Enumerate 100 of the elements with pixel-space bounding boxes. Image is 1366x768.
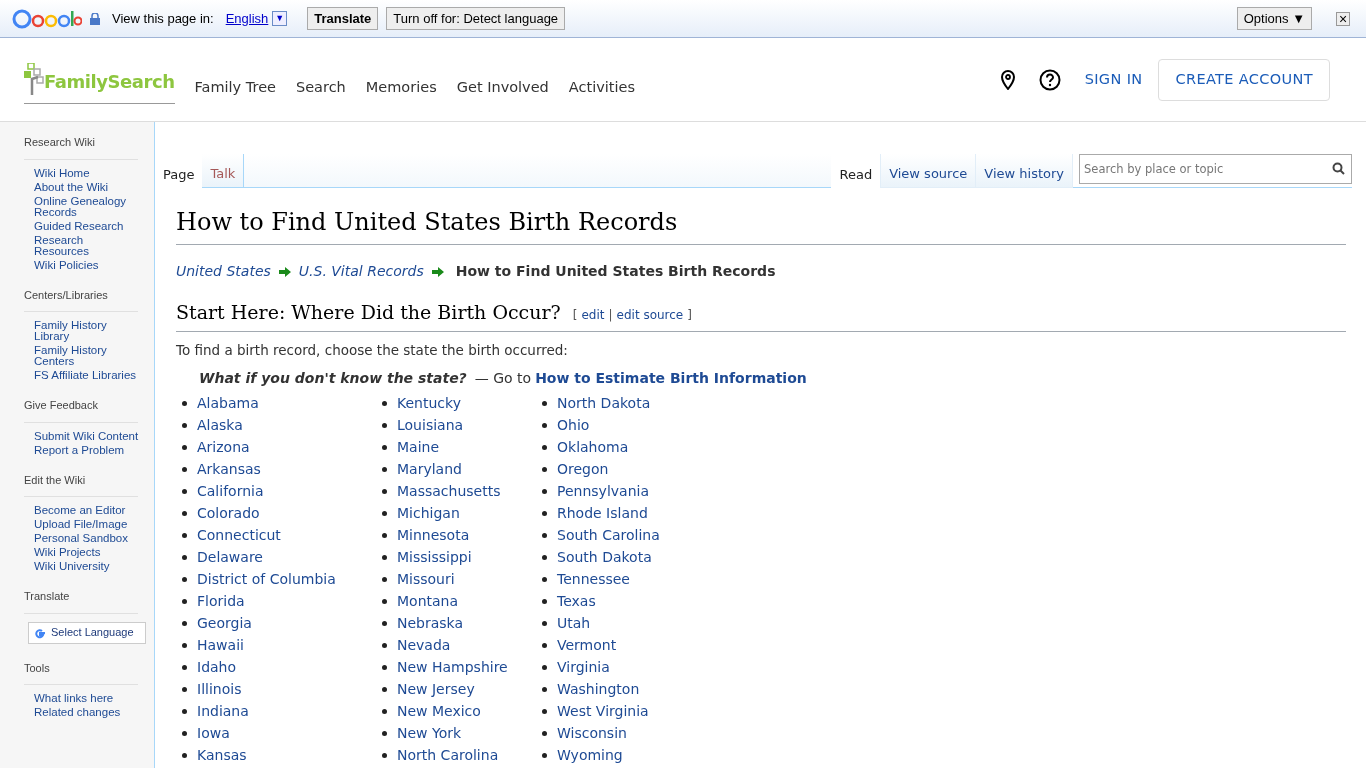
bullet-icon [182, 753, 187, 759]
search-icon[interactable] [1332, 162, 1345, 175]
state-link[interactable]: New York [397, 723, 462, 745]
estimate-link[interactable]: How to Estimate Birth Information [535, 367, 807, 389]
state-link[interactable]: Georgia [197, 613, 252, 635]
state-link[interactable]: Oregon [557, 459, 609, 481]
state-link[interactable]: Utah [557, 613, 591, 635]
sidebar-link[interactable]: Submit Wiki Content [34, 430, 139, 442]
state-link[interactable]: Illinois [197, 679, 242, 701]
state-link[interactable]: Kansas [197, 745, 247, 767]
sidebar-link[interactable]: Personal Sandbox [34, 533, 139, 544]
state-link[interactable]: New Mexico [397, 701, 481, 723]
state-link[interactable]: Idaho [197, 657, 237, 679]
state-link[interactable]: Washington [557, 679, 640, 701]
sidebar-link[interactable]: Wiki Home [34, 167, 139, 179]
create-account-button[interactable]: CREATE ACCOUNT [1158, 58, 1330, 101]
state-link[interactable]: Colorado [197, 503, 260, 525]
sidebar-link[interactable]: Upload File/Image [34, 519, 139, 530]
state-link[interactable]: Wisconsin [557, 723, 627, 745]
sidebar-link[interactable]: Family History Library [34, 320, 139, 342]
state-link[interactable]: Louisiana [397, 415, 464, 437]
state-link[interactable]: Pennsylvania [557, 481, 649, 503]
state-link[interactable]: Wyoming [557, 745, 623, 767]
sidebar-link[interactable]: What links here [34, 693, 139, 704]
state-link[interactable]: Arkansas [197, 459, 261, 481]
state-link[interactable]: Ohio [557, 415, 590, 437]
lock-icon [90, 12, 100, 25]
nav-link[interactable]: Memories [365, 76, 437, 99]
select-language-widget[interactable]: Select Language [28, 621, 146, 644]
state-link[interactable]: Mississippi [397, 547, 472, 569]
state-link[interactable]: South Dakota [557, 547, 652, 569]
nav-link[interactable]: Family Tree [194, 76, 276, 99]
sidebar-link[interactable]: Wiki University [34, 561, 139, 572]
state-link[interactable]: Nevada [397, 635, 451, 657]
bracket: ] [687, 307, 692, 324]
state-link[interactable]: Maine [397, 437, 440, 459]
close-button[interactable]: × [1336, 11, 1350, 26]
breadcrumb-link[interactable]: United States [176, 261, 271, 282]
edit-source-link[interactable]: edit source [616, 306, 684, 324]
help-icon[interactable] [1038, 68, 1061, 91]
state-link[interactable]: West Virginia [557, 701, 649, 723]
nav-link[interactable]: Search [296, 76, 346, 99]
state-link[interactable]: Missouri [397, 569, 455, 591]
sidebar-link[interactable]: Online Genealogy Records [34, 195, 139, 218]
language-link[interactable]: English [225, 8, 269, 29]
bullet-icon [182, 709, 187, 715]
sidebar-link[interactable]: Wiki Policies [34, 259, 139, 271]
state-link[interactable]: Nebraska [397, 613, 464, 635]
nav-link[interactable]: Activities [568, 76, 635, 99]
state-link[interactable]: Kentucky [397, 393, 461, 415]
state-link[interactable]: Minnesota [397, 525, 470, 547]
language-dropdown[interactable]: ▼ [272, 10, 288, 27]
state-link[interactable]: Montana [397, 591, 459, 613]
state-link[interactable]: South Carolina [557, 525, 660, 547]
state-link[interactable]: Hawaii [197, 635, 244, 657]
state-link[interactable]: New Hampshire [397, 657, 508, 679]
state-link[interactable]: North Dakota [557, 393, 651, 415]
sidebar-link[interactable]: Wiki Projects [34, 547, 139, 558]
state-link[interactable]: Rhode Island [557, 503, 648, 525]
turn-off-button[interactable]: Turn off for: Detect language [386, 6, 566, 31]
page-tab[interactable]: Talk [202, 154, 245, 188]
edit-link[interactable]: edit [581, 306, 605, 324]
state-link[interactable]: Iowa [197, 723, 230, 745]
sidebar-link[interactable]: Family History Centers [34, 345, 139, 367]
bullet-icon [182, 665, 187, 671]
nav-link[interactable]: Get Involved [456, 76, 549, 99]
translate-button[interactable]: Translate [307, 6, 379, 31]
search-field[interactable]: Search by place or topic [1079, 154, 1352, 184]
state-link[interactable]: Maryland [397, 459, 462, 481]
state-link[interactable]: Vermont [557, 635, 617, 657]
state-link[interactable]: Alaska [197, 415, 243, 437]
sign-in-link[interactable]: SIGN IN [1084, 68, 1143, 91]
sidebar-link[interactable]: Report a Problem [34, 444, 139, 456]
sidebar-link[interactable]: Become an Editor [34, 505, 139, 516]
state-link[interactable]: Michigan [397, 503, 460, 525]
sidebar-link[interactable]: About the Wiki [34, 181, 139, 193]
state-link[interactable]: Virginia [557, 657, 610, 679]
state-link[interactable]: Tennessee [557, 569, 630, 591]
state-link[interactable]: Indiana [197, 701, 249, 723]
breadcrumb-link[interactable]: U.S. Vital Records [298, 261, 424, 282]
options-button[interactable]: Options ▼ [1236, 6, 1312, 31]
sidebar-link[interactable]: FS Affiliate Libraries [34, 370, 139, 381]
state-link[interactable]: Arizona [197, 437, 250, 459]
state-link[interactable]: Texas [557, 591, 596, 613]
state-link[interactable]: Florida [197, 591, 245, 613]
view-tab[interactable]: View source [881, 154, 977, 188]
state-link[interactable]: Delaware [197, 547, 263, 569]
state-link[interactable]: North Carolina [397, 745, 499, 767]
state-link[interactable]: District of Columbia [197, 569, 336, 591]
sidebar-link[interactable]: Related changes [34, 707, 139, 718]
state-link[interactable]: Massachusetts [397, 481, 501, 503]
state-link[interactable]: Alabama [197, 393, 259, 415]
location-pin-icon[interactable] [1000, 69, 1015, 90]
state-link[interactable]: Connecticut [197, 525, 281, 547]
state-link[interactable]: New Jersey [397, 679, 475, 701]
state-link[interactable]: California [197, 481, 264, 503]
state-link[interactable]: Oklahoma [557, 437, 629, 459]
view-tab[interactable]: View history [976, 154, 1073, 188]
sidebar-link[interactable]: Guided Research [34, 220, 139, 232]
sidebar-link[interactable]: Research Resources [34, 234, 139, 257]
